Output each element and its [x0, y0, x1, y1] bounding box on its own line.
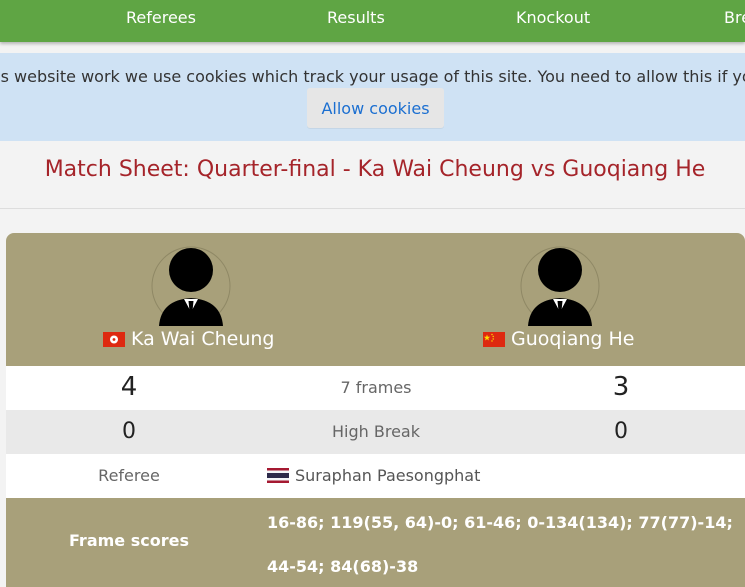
player2-name[interactable]: Guoqiang He [511, 328, 635, 350]
frames-label: 7 frames [340, 378, 412, 397]
player1-avatar-icon [151, 246, 231, 326]
player2-avatar-icon [520, 246, 600, 326]
match-card: Ka Wai Cheung Guoqiang He 4 7 frames 3 0… [6, 233, 745, 587]
high-break-label: High Break [332, 422, 420, 441]
player2-high-break: 0 [614, 419, 628, 444]
frame-scores-value: 16-86; 119(55, 64)-0; 61-46; 0-134(134);… [267, 513, 733, 576]
player1-name-wrap: Ka Wai Cheung [103, 328, 274, 350]
cookie-banner: his website work we use cookies which tr… [0, 53, 745, 141]
player2-name-wrap: Guoqiang He [483, 328, 635, 350]
china-flag-icon [483, 331, 505, 347]
player1-name[interactable]: Ka Wai Cheung [131, 328, 274, 350]
divider [0, 208, 745, 209]
player1-frames: 4 [120, 372, 138, 402]
player1-high-break: 0 [122, 419, 136, 444]
referee-label: Referee [98, 466, 160, 485]
referee-name[interactable]: Suraphan Paesongphat [295, 466, 480, 485]
cookie-message: his website work we use cookies which tr… [0, 67, 745, 86]
referee-name-wrap: Suraphan Paesongphat [267, 466, 480, 485]
nav-item-results[interactable]: Results [327, 8, 385, 27]
thailand-flag-icon [267, 468, 289, 483]
high-break-row: 0 High Break 0 [6, 410, 745, 454]
frames-row: 4 7 frames 3 [6, 366, 745, 410]
player2-frames: 3 [612, 372, 630, 402]
nav-item-breaks[interactable]: Bre [724, 8, 745, 27]
top-navigation-bar: Referees Results Knockout Bre [0, 0, 745, 42]
allow-cookies-button[interactable]: Allow cookies [307, 88, 444, 128]
nav-item-referees[interactable]: Referees [126, 8, 196, 27]
nav-item-knockout[interactable]: Knockout [516, 8, 590, 27]
referee-row: Referee Suraphan Paesongphat [6, 454, 745, 498]
frame-scores-label: Frame scores [69, 531, 189, 550]
hong-kong-flag-icon [103, 331, 125, 347]
page-title: Match Sheet: Quarter-final - Ka Wai Cheu… [44, 157, 706, 182]
